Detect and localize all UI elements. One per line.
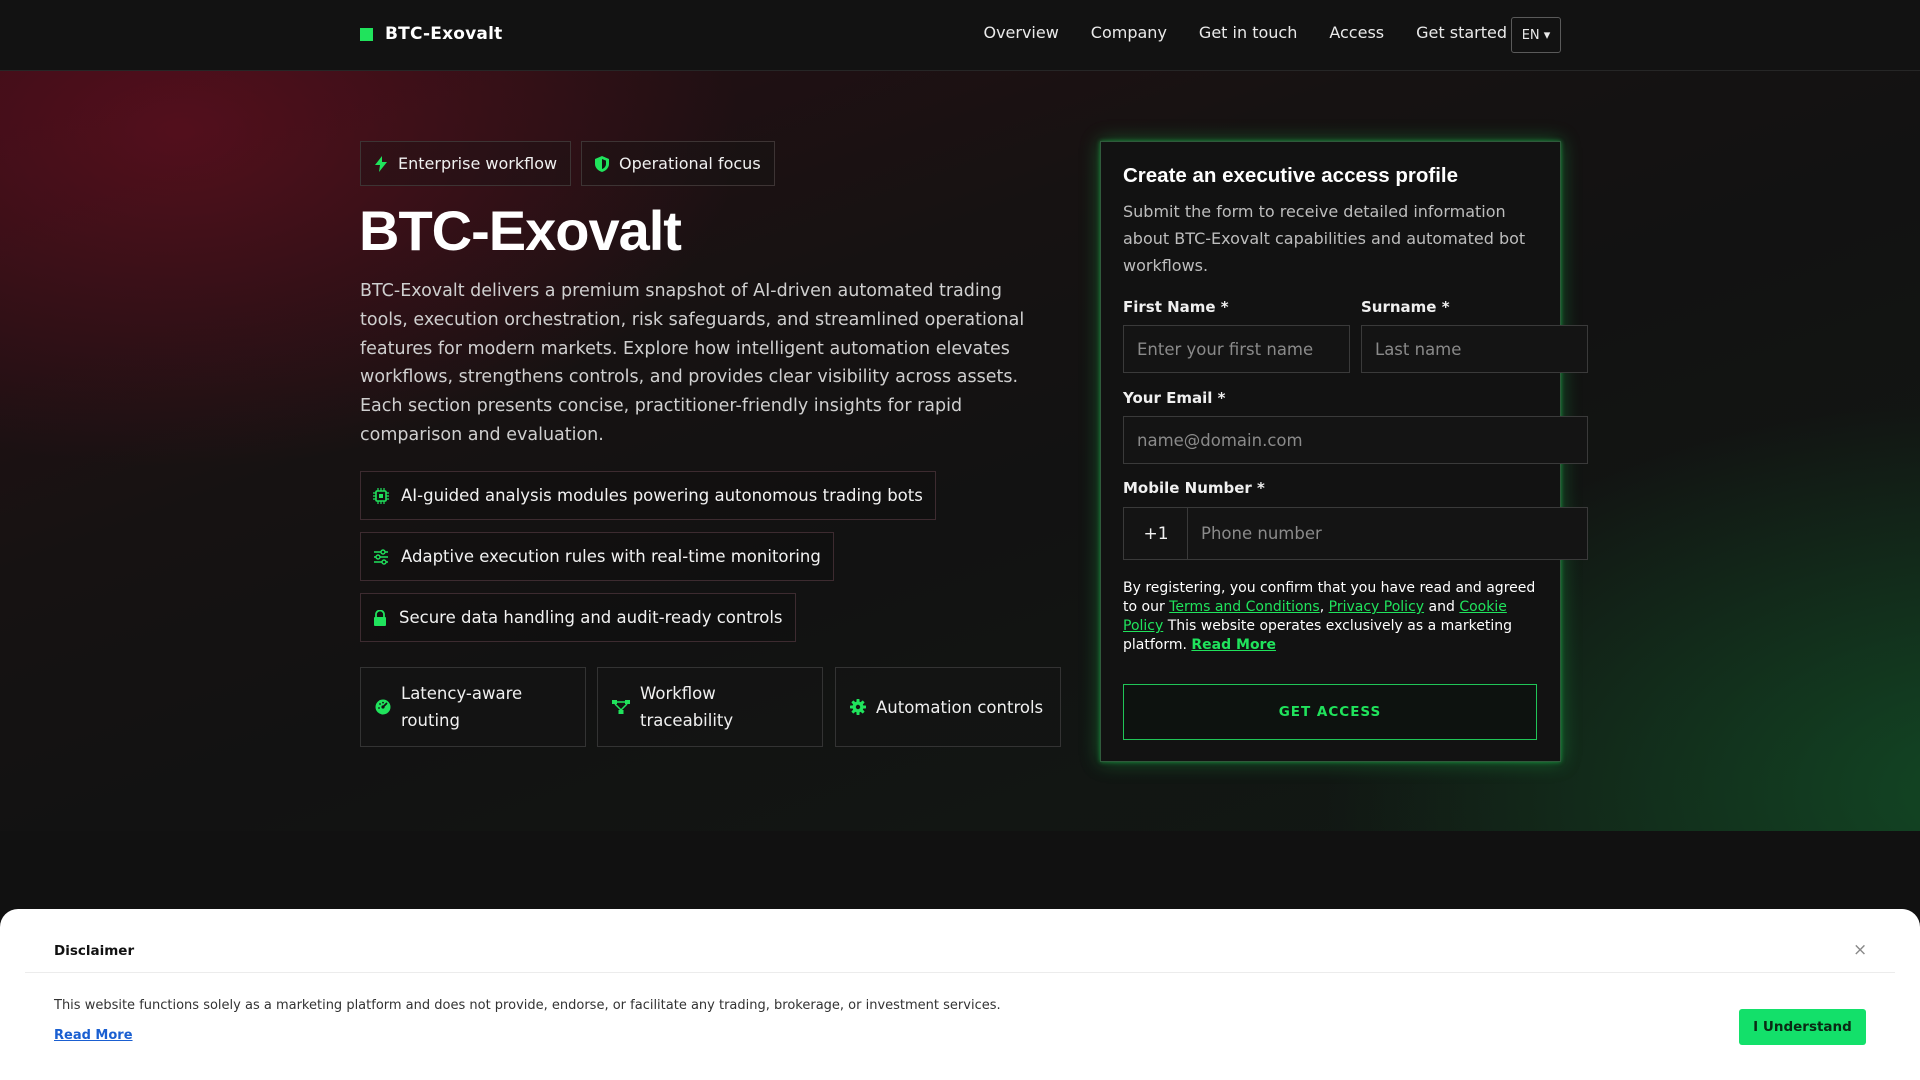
hero-description: BTC-Exovalt delivers a premium snapshot … xyxy=(360,281,1025,445)
surname-input[interactable] xyxy=(1361,325,1588,373)
gauge-icon xyxy=(375,699,391,715)
disclaimer-title: Disclaimer xyxy=(54,943,135,959)
nav-link-get-in-touch[interactable]: Get in touch xyxy=(1199,23,1297,42)
feature-label: Adaptive execution rules with real-time … xyxy=(401,547,821,566)
feature-label: Secure data handling and audit-ready con… xyxy=(399,608,783,627)
disclaimer-divider xyxy=(25,972,1895,973)
disclaimer-banner: Disclaimer × This website functions sole… xyxy=(0,909,1920,1080)
signup-form-panel: Create an executive access profile Submi… xyxy=(1100,141,1588,762)
form-title: Create an executive access profile xyxy=(1123,164,1459,187)
brand-name: BTC-Exovalt xyxy=(385,24,503,44)
network-icon xyxy=(612,700,630,714)
privacy-policy-link[interactable]: Privacy Policy xyxy=(1329,599,1424,615)
card-automation-controls: Automation controls xyxy=(835,667,1061,747)
feature-adaptive-execution: Adaptive execution rules with real-time … xyxy=(360,532,834,581)
card-latency-routing: Latency-aware routing xyxy=(360,667,586,747)
page-title: BTC-Exovalt xyxy=(359,199,682,262)
lightning-icon xyxy=(375,155,387,172)
email-label: Your Email * xyxy=(1123,389,1226,407)
chip-icon xyxy=(373,487,389,504)
gear-icon xyxy=(850,699,866,715)
phone-country-prefix[interactable]: +1 xyxy=(1123,507,1188,560)
brand-logo[interactable]: BTC-Exovalt xyxy=(360,24,502,44)
main-nav: Overview Company Get in touch Access Get… xyxy=(951,23,1507,42)
nav-link-access[interactable]: Access xyxy=(1329,23,1384,42)
form-subtitle: Submit the form to receive detailed info… xyxy=(1123,202,1526,275)
first-name-label: First Name * xyxy=(1123,298,1229,316)
disclaimer-text: This website functions solely as a marke… xyxy=(54,998,1001,1013)
tag-enterprise-workflow: Enterprise workflow xyxy=(360,141,572,186)
get-access-button[interactable]: GET ACCESS xyxy=(1123,684,1537,740)
feature-label: AI-guided analysis modules powering auto… xyxy=(401,486,923,505)
top-navigation-bar: BTC-Exovalt Overview Company Get in touc… xyxy=(0,0,1920,71)
legal-separator: and xyxy=(1424,599,1460,615)
legal-consent-text: By registering, you confirm that you hav… xyxy=(1123,579,1543,655)
close-icon[interactable]: × xyxy=(1853,940,1867,960)
lock-icon xyxy=(374,609,386,626)
tag-label: Enterprise workflow xyxy=(398,154,558,173)
nav-link-overview[interactable]: Overview xyxy=(983,23,1058,42)
first-name-input[interactable] xyxy=(1123,325,1350,373)
legal-separator: , xyxy=(1319,599,1329,615)
terms-link[interactable]: Terms and Conditions xyxy=(1169,599,1320,615)
feature-ai-analysis: AI-guided analysis modules powering auto… xyxy=(360,471,936,520)
sliders-icon xyxy=(374,548,388,565)
legal-text-end: This website operates exclusively as a m… xyxy=(1123,618,1512,653)
brand-square-icon xyxy=(360,27,373,41)
shield-icon xyxy=(595,155,609,172)
nav-link-company[interactable]: Company xyxy=(1091,23,1167,42)
language-selector[interactable]: EN ▾ xyxy=(1511,17,1561,53)
mobile-label: Mobile Number * xyxy=(1123,479,1265,497)
surname-label: Surname * xyxy=(1361,298,1450,316)
card-label: Latency-aware routing xyxy=(401,684,523,730)
card-label: Workflow traceability xyxy=(640,684,734,730)
tag-label: Operational focus xyxy=(619,154,761,173)
read-more-link[interactable]: Read More xyxy=(1191,637,1276,653)
card-label: Automation controls xyxy=(876,697,1044,717)
tag-operational-focus: Operational focus xyxy=(581,141,775,186)
disclaimer-read-more-link[interactable]: Read More xyxy=(54,1028,133,1043)
feature-secure-data: Secure data handling and audit-ready con… xyxy=(360,593,796,642)
nav-link-get-started[interactable]: Get started xyxy=(1416,23,1507,42)
card-workflow-traceability: Workflow traceability xyxy=(597,667,823,747)
phone-input[interactable] xyxy=(1187,507,1588,560)
i-understand-button[interactable]: I Understand xyxy=(1739,1009,1866,1045)
email-input[interactable] xyxy=(1123,416,1588,464)
